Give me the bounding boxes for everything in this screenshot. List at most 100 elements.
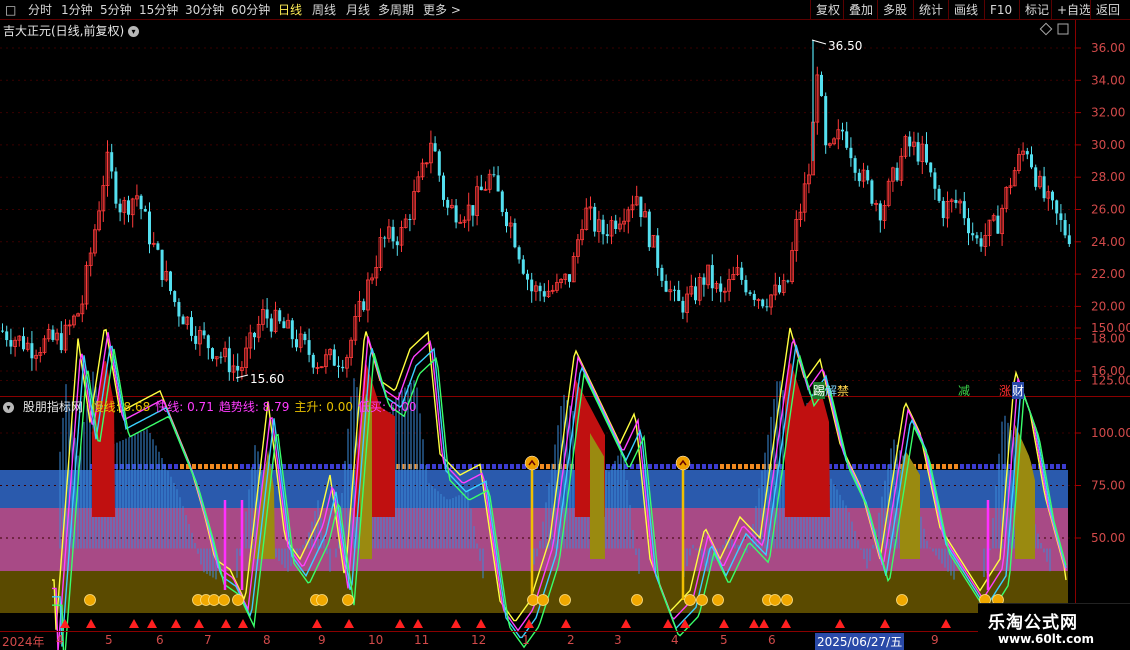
strip-cell (234, 464, 238, 469)
price-tick: 24.00 (1091, 235, 1125, 249)
candle (798, 203, 803, 227)
candle (673, 285, 676, 302)
toolbar-button[interactable]: 叠加 (849, 2, 873, 18)
period-tab[interactable]: 日线 (278, 2, 302, 18)
candle (315, 362, 320, 375)
price-panel-title[interactable]: 吉大正元(日线,前复权) ▾ (3, 22, 141, 39)
candle (173, 290, 177, 307)
candle (303, 331, 307, 345)
candle (341, 359, 345, 372)
strip-cell (1050, 464, 1054, 469)
candle (832, 137, 836, 146)
candle (530, 272, 534, 303)
candle (933, 168, 937, 200)
coin-icon (316, 594, 328, 606)
coin-icon (696, 594, 708, 606)
candle (761, 298, 765, 309)
toolbar-button[interactable]: 复权 (816, 2, 840, 18)
candle (1025, 147, 1029, 160)
strip-cell (330, 464, 334, 469)
candle (391, 219, 395, 249)
candle (1008, 177, 1013, 195)
toolbar-button[interactable]: 标记 (1025, 2, 1049, 18)
indicator-tick: 150.00 (1091, 321, 1130, 335)
candle (344, 354, 349, 378)
toolbar-button[interactable]: 画线 (954, 2, 978, 18)
coin-icon (712, 594, 724, 606)
candle (626, 206, 631, 234)
candle (67, 319, 72, 335)
candle (878, 200, 882, 233)
indicator-title[interactable]: ▾ 股朋指标网 慢线: 8.68 快线: 0.71 趋势线: 8.79 主升: 0.0… (3, 398, 427, 415)
period-tab[interactable]: 30分钟 (185, 2, 224, 18)
period-tab[interactable]: 1分钟 (61, 2, 93, 18)
candle (710, 254, 714, 301)
stock-title: 吉大正元(日线,前复权) (3, 24, 125, 38)
strip-cell (990, 464, 994, 469)
toolbar-button[interactable]: 返回 (1096, 2, 1120, 18)
indicator-tick: 50.00 (1091, 531, 1125, 545)
strip-cell (312, 464, 316, 469)
coin-icon (208, 594, 220, 606)
candle (17, 335, 22, 347)
candle (639, 196, 643, 227)
low-price-label: 15.60 (250, 372, 284, 386)
candle (971, 222, 975, 241)
candle (689, 274, 694, 297)
strip-cell (504, 464, 508, 469)
candle (34, 349, 38, 371)
toolbar-button[interactable]: +自选 (1057, 2, 1091, 18)
candle (647, 209, 651, 251)
coin-icon (896, 594, 908, 606)
strip-cell (546, 464, 550, 469)
period-tab[interactable]: 月线 (346, 2, 370, 18)
candle (386, 219, 391, 243)
coin-icon (218, 594, 230, 606)
toolbar-button[interactable]: F10 (990, 2, 1012, 18)
period-tab[interactable]: 多周期 (378, 2, 414, 18)
strip-cell (732, 464, 736, 469)
candle (458, 214, 463, 224)
candle (9, 328, 13, 355)
period-tab[interactable]: 5分钟 (100, 2, 132, 18)
period-tab[interactable]: 周线 (312, 2, 336, 18)
candle (483, 181, 488, 191)
toolbar-button[interactable]: 统计 (919, 2, 943, 18)
candle (886, 178, 891, 208)
candle (765, 298, 769, 312)
window-icon[interactable]: □ (5, 2, 16, 18)
candle (597, 210, 601, 243)
candle (815, 66, 820, 135)
coin-icon (631, 594, 643, 606)
candle (127, 195, 130, 223)
candle (30, 331, 34, 371)
strip-cell (510, 464, 514, 469)
period-tab[interactable]: 15分钟 (139, 2, 178, 18)
coin-icon (84, 594, 96, 606)
period-tab[interactable]: 60分钟 (231, 2, 270, 18)
toolbar-button[interactable]: 多股 (883, 2, 907, 18)
candle (727, 268, 731, 301)
strip-cell (180, 464, 184, 469)
chevron-down-icon[interactable]: ▾ (128, 26, 140, 37)
period-tab[interactable]: 分时 (28, 2, 52, 18)
strip-cell (228, 464, 232, 469)
candle (399, 220, 404, 252)
signal-label: 禁 (837, 384, 850, 398)
chevron-down-icon[interactable]: ▾ (3, 402, 14, 413)
strip-cell (648, 464, 652, 469)
signal-label: 踢 (813, 382, 826, 399)
panel-controls[interactable] (1039, 22, 1069, 36)
candle (677, 280, 681, 302)
candle (362, 298, 366, 312)
candle (857, 168, 861, 187)
date-tick: 12 (471, 633, 487, 647)
candle (307, 328, 311, 363)
period-tab[interactable]: 更多 > (423, 2, 461, 18)
candle (114, 167, 118, 209)
candle (967, 208, 970, 246)
candle (622, 208, 626, 233)
date-tick: 2 (567, 633, 575, 647)
candle (206, 334, 210, 360)
strip-cell (948, 464, 952, 469)
